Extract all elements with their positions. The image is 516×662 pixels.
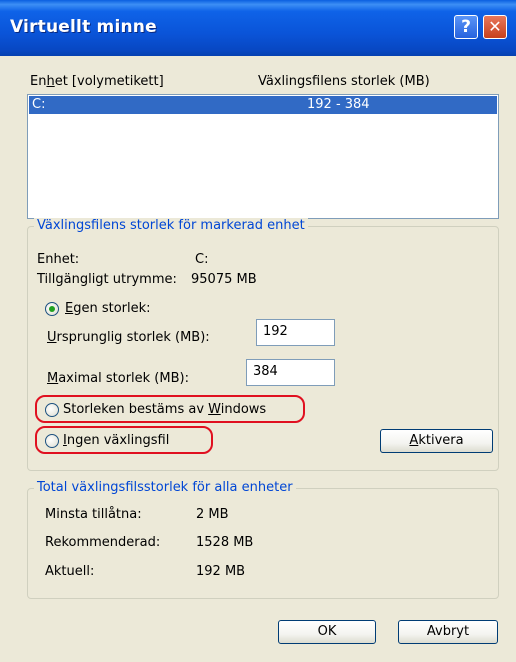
close-button[interactable]: ✕ <box>483 15 507 39</box>
help-button[interactable]: ? <box>454 15 478 39</box>
drive-label: Enhet: <box>37 252 80 267</box>
drive-letter: C: <box>32 97 46 112</box>
minimum-allowed-value: 2 MB <box>196 507 229 522</box>
total-paging-group-title: Total växlingsfilsstorlek för alla enhet… <box>34 480 296 495</box>
drive-paging-size: 192 - 384 <box>307 97 370 112</box>
set-button[interactable]: Aktivera <box>380 429 493 453</box>
size-column-header: Växlingsfilens storlek (MB) <box>258 74 430 89</box>
selected-drive-group-title: Växlingsfilens storlek för markerad enhe… <box>34 218 308 233</box>
minimum-allowed-label: Minsta tillåtna: <box>45 507 142 522</box>
drive-column-header: Enhet [volymetikett] <box>30 74 164 89</box>
red-highlight-no-paging-file <box>35 426 213 454</box>
initial-size-input[interactable]: 192 <box>256 319 335 346</box>
virtual-memory-dialog: Virtuellt minne ? ✕ Enhet [volymetikett]… <box>0 0 516 662</box>
red-highlight-system-managed <box>35 395 305 423</box>
available-space-label: Tillgängligt utrymme: <box>37 272 177 287</box>
drive-list-row[interactable]: C: 192 - 384 <box>29 96 497 114</box>
ok-button[interactable]: OK <box>278 620 376 644</box>
maximum-size-input[interactable]: 384 <box>246 359 335 386</box>
available-space-value: 95075 MB <box>191 272 257 287</box>
maximum-size-label: Maximal storlek (MB): <box>47 371 189 386</box>
drive-value: C: <box>195 252 209 267</box>
title-bar[interactable]: Virtuellt minne ? ✕ <box>0 0 516 56</box>
question-mark-icon: ? <box>461 17 471 37</box>
currently-allocated-label: Aktuell: <box>45 564 95 579</box>
initial-size-label: Ursprunglig storlek (MB): <box>47 330 210 345</box>
drive-list[interactable]: C: 192 - 384 <box>27 94 499 219</box>
window-title: Virtuellt minne <box>10 17 157 37</box>
recommended-value: 1528 MB <box>196 535 254 550</box>
currently-allocated-value: 192 MB <box>196 564 246 579</box>
recommended-label: Rekommenderad: <box>45 535 161 550</box>
cancel-button[interactable]: Avbryt <box>398 620 498 644</box>
custom-size-radio[interactable] <box>45 302 59 316</box>
custom-size-label[interactable]: Egen storlek: <box>65 301 151 316</box>
close-icon: ✕ <box>488 17 502 36</box>
